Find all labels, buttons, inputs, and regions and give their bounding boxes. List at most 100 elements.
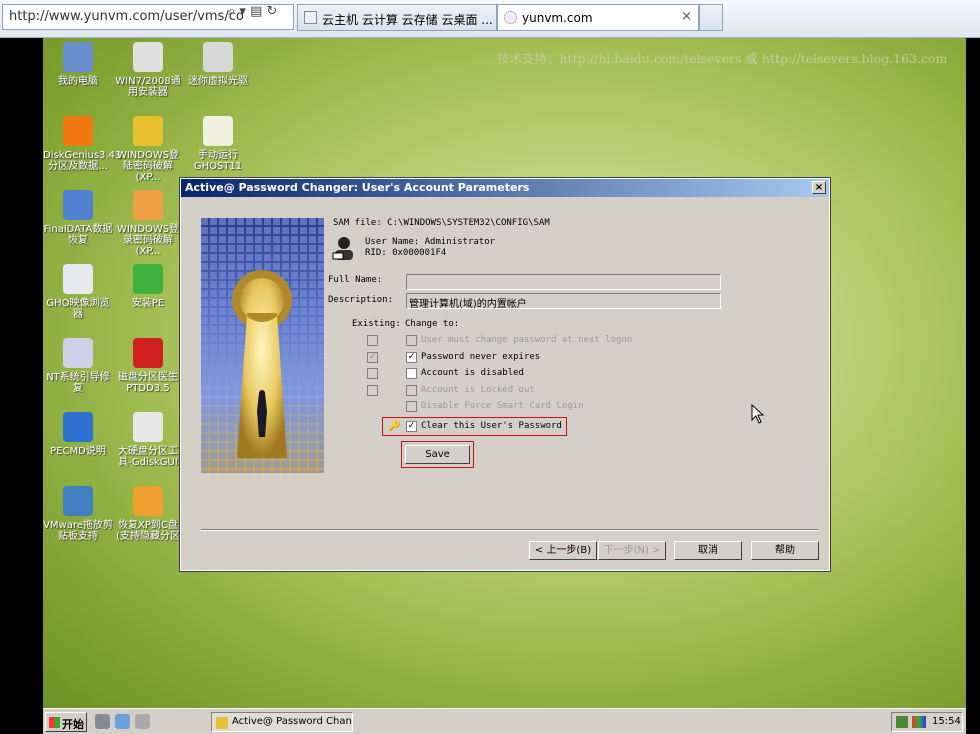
desktop-icon[interactable]: 迷你虚拟光驱: [183, 42, 253, 87]
next-button[interactable]: 下一步(N) >: [598, 541, 666, 560]
start-button[interactable]: 开始: [45, 712, 87, 732]
description-field[interactable]: 管理计算机(域)的内置帐户: [406, 293, 721, 310]
windows-xp-icon: [133, 486, 163, 516]
desktop-icon-label: 手动运行GHOST11: [193, 150, 243, 172]
desktop-icon-label: 大硬盘分区工具-GdiskGUI: [118, 446, 178, 468]
full-name-field[interactable]: [406, 274, 721, 290]
cancel-button[interactable]: 取消: [674, 541, 742, 560]
network-icon[interactable]: [896, 716, 908, 728]
change-checkbox[interactable]: ✓: [406, 351, 417, 363]
taskbar-item-password-changer[interactable]: Active@ Password Chan...: [211, 712, 353, 732]
option-label: Account is Locked out: [421, 384, 535, 395]
search-refresh-icons[interactable]: ⌕ ▾ ▤ ↻: [228, 4, 277, 19]
windows-flag-icon: [49, 717, 60, 728]
description-label: Description:: [328, 295, 394, 305]
gho-browser-icon: [63, 264, 93, 294]
option-label: User must change password at next logon: [421, 335, 633, 345]
dialog-title-bar[interactable]: Active@ Password Changer: User's Account…: [181, 179, 829, 197]
back-button[interactable]: < 上一步(B): [529, 541, 597, 560]
desktop-icon-label: WINDOWS登录密码破解(XP...: [116, 224, 180, 257]
tab-label: 云主机 云计算 云存储 云桌面 ...: [322, 13, 493, 27]
change-checkbox[interactable]: [406, 368, 417, 379]
desktop-icon-label: PECMD说明: [50, 446, 106, 457]
black-border-right: [966, 38, 980, 734]
desktop-icon[interactable]: 磁盘分区医生PTDD3.5: [113, 338, 183, 394]
rid-text: RID: 0x000001F4: [365, 248, 447, 258]
clear-password-label: Clear this User's Password: [421, 421, 562, 431]
change-checkbox[interactable]: [406, 401, 417, 412]
favicon-icon: [304, 11, 317, 24]
existing-checkbox: ✓: [367, 351, 378, 363]
desktop-icon[interactable]: 手动运行GHOST11: [183, 116, 253, 172]
desktop-icon[interactable]: 大硬盘分区工具-GdiskGUI: [113, 412, 183, 468]
desktop-icon-label: WINDOWS登陆密码破解(XP...: [116, 150, 180, 183]
desktop-icon[interactable]: 我的电脑: [43, 42, 113, 87]
tab-label: yunvm.com: [522, 11, 593, 25]
desktop-icon[interactable]: NT系统引导修复: [43, 338, 113, 394]
install-pe-icon: [133, 264, 163, 294]
desktop-icon[interactable]: WIN7/2008通用安装器: [113, 42, 183, 98]
display-icon[interactable]: [912, 716, 926, 728]
change-checkbox[interactable]: [406, 384, 417, 396]
existing-checkbox: [367, 335, 378, 346]
user-icon: [331, 235, 357, 261]
change-to-label: Change to:: [405, 319, 460, 329]
desktop-icon-label: 磁盘分区医生PTDD3.5: [118, 372, 178, 394]
watermark-text: 技术支持：http://hi.baidu.com/telsevers 或 htt…: [497, 51, 948, 66]
installer-icon: [133, 42, 163, 72]
desktop-icon-label: FinalDATA数据恢复: [43, 224, 113, 246]
dialog-close-button[interactable]: ×: [812, 181, 826, 194]
ghost-icon: [203, 116, 233, 146]
desktop-icon[interactable]: PECMD说明: [43, 412, 113, 457]
option-label: Account is disabled: [421, 368, 524, 378]
loading-icon: [504, 11, 517, 24]
desktop-icon[interactable]: WINDOWS登陆密码破解(XP...: [113, 116, 183, 183]
password-changer-dialog: Active@ Password Changer: User's Account…: [179, 177, 831, 572]
desktop-icon-label: 我的电脑: [58, 76, 98, 87]
app-icon: [216, 717, 228, 729]
quicklaunch-ie-icon[interactable]: [115, 714, 130, 729]
system-tray: 15:54: [891, 712, 963, 732]
tab-yunvm-cloud[interactable]: 云主机 云计算 云存储 云桌面 ...: [297, 4, 497, 31]
desktop-icon[interactable]: 恢复XP到C盘(支持隐藏分区: [113, 486, 183, 542]
password-icon: [133, 190, 163, 220]
desktop-icon-label: 恢复XP到C盘(支持隐藏分区: [116, 520, 180, 542]
existing-checkbox: [367, 384, 378, 396]
finaldata-icon: [63, 190, 93, 220]
vmware-icon: [63, 486, 93, 516]
key-icon: [133, 116, 163, 146]
gdisk-icon: [133, 412, 163, 442]
clear-password-checkbox[interactable]: ✓: [406, 421, 417, 432]
quicklaunch-drive-icon[interactable]: [135, 714, 150, 729]
quicklaunch-tool-icon[interactable]: [95, 714, 110, 729]
desktop-icon-label: WIN7/2008通用安装器: [115, 76, 181, 98]
save-button[interactable]: Save: [405, 445, 470, 464]
address-text: http://www.yunvm.com/user/vms/co: [9, 9, 244, 24]
taskbar-item-label: Active@ Password Chan...: [232, 716, 353, 727]
desktop-icon[interactable]: DiskGenius3.43分区及数据...: [43, 116, 122, 172]
virtual-drive-icon: [203, 42, 233, 72]
key-icon: 🔑: [388, 421, 401, 432]
desktop-icon-label: VMware拖放剪贴板支持: [43, 520, 113, 542]
help-icon: [63, 412, 93, 442]
dialog-title: Active@ Password Changer: User's Account…: [185, 181, 530, 194]
desktop-icon[interactable]: FinalDATA数据恢复: [43, 190, 113, 246]
browser-toolbar: http://www.yunvm.com/user/vms/co ⌕ ▾ ▤ ↻…: [0, 0, 980, 38]
desktop-icon[interactable]: 安装PE: [113, 264, 183, 309]
help-button[interactable]: 帮助: [751, 541, 819, 560]
diskgenius-icon: [63, 116, 93, 146]
desktop-icon[interactable]: VMware拖放剪贴板支持: [43, 486, 113, 542]
tab-yunvm[interactable]: yunvm.com ×: [497, 4, 699, 31]
change-checkbox[interactable]: [406, 335, 417, 346]
desktop-icon[interactable]: WINDOWS登录密码破解(XP...: [113, 190, 183, 257]
existing-label: Existing:: [352, 319, 401, 329]
desktop-icon-label: 安装PE: [131, 298, 165, 309]
desktop-icon[interactable]: GHO映像浏览器: [43, 264, 113, 320]
new-tab-button[interactable]: [699, 4, 723, 31]
mouse-cursor-icon: [751, 403, 765, 428]
start-label: 开始: [62, 718, 84, 731]
desktop-icon-label: DiskGenius3.43分区及数据...: [43, 150, 122, 172]
close-tab-icon[interactable]: ×: [681, 9, 692, 24]
existing-checkbox: [367, 368, 378, 379]
clock[interactable]: 15:54: [932, 716, 961, 727]
